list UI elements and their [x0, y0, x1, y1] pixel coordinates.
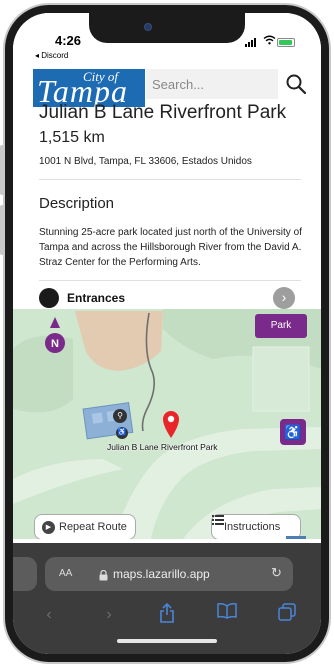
- share-icon[interactable]: [155, 602, 179, 627]
- map-view[interactable]: N Park ⚲ ♿ Julian B Lane Riverfront Park…: [13, 309, 321, 539]
- instructions-label: Instructions: [224, 521, 281, 533]
- back-to-app-link[interactable]: ◂ Discord: [35, 51, 68, 60]
- divider: [39, 280, 301, 281]
- divider: [39, 179, 301, 180]
- signal-icon: [245, 37, 259, 47]
- status-bar: 4:26 ◂ Discord: [13, 13, 321, 63]
- wheelchair-entrance-icon[interactable]: ♿: [116, 427, 128, 439]
- place-address: 1001 N Blvd, Tampa, FL 33606, Estados Un…: [39, 156, 252, 167]
- volume-up-button: [0, 145, 5, 195]
- wifi-icon: [263, 35, 276, 48]
- chevron-right-icon[interactable]: ›: [273, 287, 295, 309]
- repeat-route-button[interactable]: ▶ Repeat Route: [34, 514, 136, 539]
- map-info-button[interactable]: i: [286, 536, 306, 539]
- park-button[interactable]: Park: [255, 314, 307, 338]
- battery-icon: [277, 38, 295, 47]
- place-title: Julian B Lane Riverfront Park: [39, 102, 287, 123]
- camera-icon: [144, 23, 152, 31]
- url-text: maps.lazarillo.app: [113, 567, 210, 581]
- browser-nav-row: ‹ ›: [13, 602, 321, 627]
- search-input[interactable]: [146, 69, 278, 99]
- location-marker-icon[interactable]: [161, 409, 181, 439]
- compass-north-indicator[interactable]: N: [43, 315, 67, 355]
- forward-icon[interactable]: ›: [97, 603, 121, 627]
- marker-label: Julian B Lane Riverfront Park: [107, 442, 218, 452]
- browser-toolbar: AA maps.lazarillo.app ↻ ‹ ›: [13, 543, 321, 654]
- description-heading: Description: [39, 195, 115, 212]
- search-icon[interactable]: [285, 73, 307, 95]
- compass-letter: N: [51, 338, 59, 350]
- address-bar[interactable]: AA maps.lazarillo.app ↻: [45, 557, 293, 591]
- lock-icon: [99, 568, 108, 586]
- back-icon[interactable]: ‹: [37, 603, 61, 627]
- restroom-icon[interactable]: ⚲: [113, 409, 127, 423]
- previous-tab-peek[interactable]: [13, 557, 37, 591]
- volume-down-button: [0, 205, 5, 255]
- reload-icon[interactable]: ↻: [271, 565, 282, 581]
- play-icon: ▶: [42, 520, 55, 534]
- accessibility-button[interactable]: ♿: [280, 419, 306, 445]
- entrances-row[interactable]: Entrances ›: [39, 286, 309, 309]
- description-text: Stunning 25-acre park located just north…: [39, 227, 302, 268]
- screen: 4:26 ◂ Discord City of Tampa Julian B La…: [13, 13, 321, 654]
- text-size-button[interactable]: AA: [59, 568, 72, 579]
- entrances-label: Entrances: [67, 291, 126, 305]
- status-time: 4:26: [55, 33, 82, 48]
- repeat-route-label: Repeat Route: [59, 521, 127, 533]
- place-distance: 1,515 km: [39, 129, 105, 146]
- home-indicator[interactable]: [117, 639, 217, 643]
- entrances-icon: [39, 288, 59, 308]
- tabs-icon[interactable]: [275, 603, 299, 627]
- notch: [89, 13, 245, 43]
- bookmarks-icon[interactable]: [215, 603, 239, 627]
